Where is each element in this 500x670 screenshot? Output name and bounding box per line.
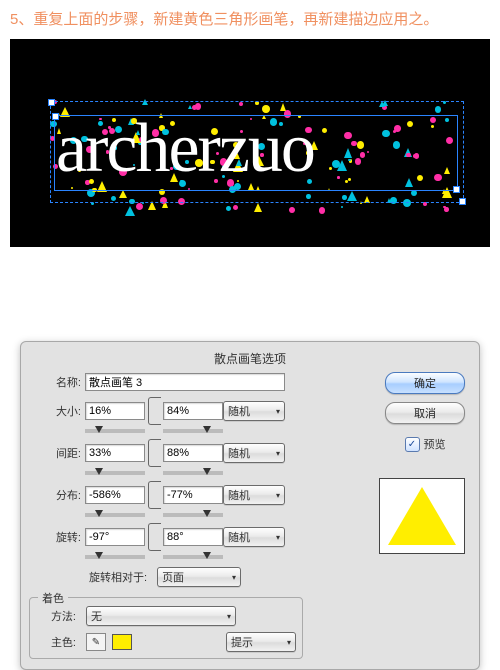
link-icon[interactable] — [148, 481, 161, 509]
mode-select[interactable]: 随机 — [223, 443, 285, 463]
value-2-input[interactable] — [163, 486, 223, 504]
value-1-input[interactable] — [85, 444, 145, 462]
value-2-input[interactable] — [163, 402, 223, 420]
mode-select[interactable]: 随机 — [223, 527, 285, 547]
artwork-text[interactable]: archerzuo — [56, 109, 314, 189]
row-label: 分布: — [29, 487, 85, 503]
mode-select[interactable]: 随机 — [223, 485, 285, 505]
tint-method-select[interactable]: 无 — [86, 606, 236, 626]
link-icon[interactable] — [148, 439, 161, 467]
step-heading: 5、重复上面的步骤，新建黄色三角形画笔，再新建描边应用之。 — [0, 0, 500, 39]
ok-button[interactable]: 确定 — [385, 372, 465, 394]
value-2-input[interactable] — [163, 528, 223, 546]
value-1-input[interactable] — [85, 486, 145, 504]
tips-button[interactable]: 提示 — [226, 632, 296, 652]
scatter-brush-options-dialog: 散点画笔选项 确定 取消 ✓预览 名称: 大小:随机间距:随机分布:随机旋转:随… — [20, 341, 480, 670]
triangle-icon — [388, 487, 456, 545]
artboard: (function(){ var c=['#00c1df','#ff2ea6',… — [10, 39, 490, 247]
value-2-input[interactable] — [163, 444, 223, 462]
row-label: 大小: — [29, 403, 85, 419]
brush-preview — [379, 478, 465, 554]
mode-select[interactable]: 随机 — [223, 401, 285, 421]
rotate-rel-label: 旋转相对于: — [89, 569, 151, 585]
dialog-title: 散点画笔选项 — [29, 348, 471, 373]
colorization-group: 着色 方法: 无 主色: ✎ 提示 — [29, 597, 303, 659]
link-icon[interactable] — [148, 523, 161, 551]
key-color-swatch[interactable] — [112, 634, 132, 650]
eyedropper-icon[interactable]: ✎ — [86, 633, 106, 651]
name-label: 名称: — [29, 374, 85, 390]
name-input[interactable] — [85, 373, 285, 391]
link-icon[interactable] — [148, 397, 161, 425]
row-label: 旋转: — [29, 529, 85, 545]
cancel-button[interactable]: 取消 — [385, 402, 465, 424]
rotate-rel-select[interactable]: 页面 — [157, 567, 241, 587]
row-label: 间距: — [29, 445, 85, 461]
value-1-input[interactable] — [85, 528, 145, 546]
preview-checkbox[interactable]: ✓预览 — [405, 436, 446, 452]
value-1-input[interactable] — [85, 402, 145, 420]
